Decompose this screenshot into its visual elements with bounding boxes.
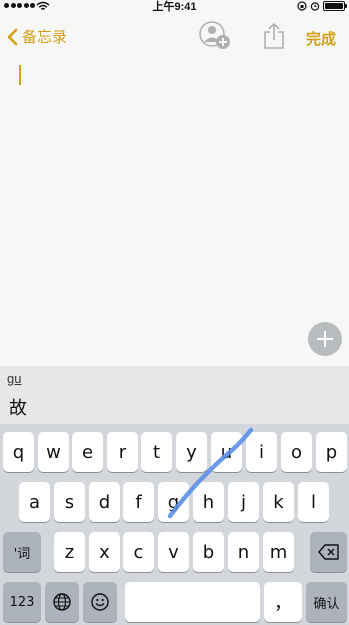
comma-key[interactable]: ，: [264, 582, 302, 622]
add-person-icon[interactable]: [197, 20, 233, 52]
key-d[interactable]: d: [89, 482, 120, 522]
confirm-key[interactable]: 确认: [306, 582, 347, 622]
emoji-key[interactable]: [83, 582, 117, 622]
note-editor[interactable]: [0, 60, 349, 366]
key-o[interactable]: o: [281, 432, 312, 472]
key-m[interactable]: m: [263, 532, 294, 572]
key-k[interactable]: k: [263, 482, 294, 522]
key-y[interactable]: y: [176, 432, 207, 472]
delete-key[interactable]: [310, 532, 347, 572]
orientation-lock-icon: [297, 1, 307, 11]
navigation-bar: 备忘录 完成: [0, 14, 349, 60]
status-bar: 上午9:41: [0, 0, 349, 14]
candidate-bar: gu 故: [0, 366, 349, 424]
key-j[interactable]: j: [228, 482, 259, 522]
numbers-key[interactable]: 123: [3, 582, 41, 622]
key-s[interactable]: s: [54, 482, 85, 522]
status-icons: [297, 1, 347, 11]
pinyin-composition: gu: [7, 371, 22, 386]
key-n[interactable]: n: [228, 532, 259, 572]
key-x[interactable]: x: [89, 532, 120, 572]
key-r[interactable]: r: [107, 432, 138, 472]
key-v[interactable]: v: [158, 532, 189, 572]
key-e[interactable]: e: [72, 432, 103, 472]
text-caret: [19, 65, 21, 85]
key-a[interactable]: a: [19, 482, 50, 522]
chevron-left-icon: [7, 28, 18, 45]
back-label: 备忘录: [22, 29, 68, 46]
key-h[interactable]: h: [193, 482, 224, 522]
space-key[interactable]: [125, 582, 260, 622]
key-f[interactable]: f: [123, 482, 154, 522]
key-l[interactable]: l: [298, 482, 329, 522]
delete-icon: [317, 544, 339, 560]
key-q[interactable]: q: [3, 432, 34, 472]
back-button[interactable]: 备忘录: [6, 26, 67, 47]
key-z[interactable]: z: [54, 532, 85, 572]
keyboard: q w e r t y u i o p a s d f g h j k l '词…: [0, 424, 349, 625]
globe-icon: [53, 593, 71, 611]
alarm-icon: [310, 2, 320, 11]
key-t[interactable]: t: [141, 432, 172, 472]
key-i[interactable]: i: [246, 432, 277, 472]
key-u[interactable]: u: [211, 432, 242, 472]
candidate-word[interactable]: 故: [9, 394, 27, 420]
key-p[interactable]: p: [316, 432, 347, 472]
add-button[interactable]: [308, 322, 342, 356]
emoji-icon: [91, 593, 109, 611]
share-icon[interactable]: [262, 22, 286, 50]
key-c[interactable]: c: [123, 532, 154, 572]
done-button[interactable]: 完成: [306, 28, 336, 49]
word-mode-key[interactable]: '词: [3, 532, 41, 572]
key-w[interactable]: w: [38, 432, 69, 472]
key-b[interactable]: b: [193, 532, 224, 572]
globe-key[interactable]: [45, 582, 79, 622]
battery-icon: [323, 1, 347, 11]
key-g[interactable]: g: [158, 482, 189, 522]
